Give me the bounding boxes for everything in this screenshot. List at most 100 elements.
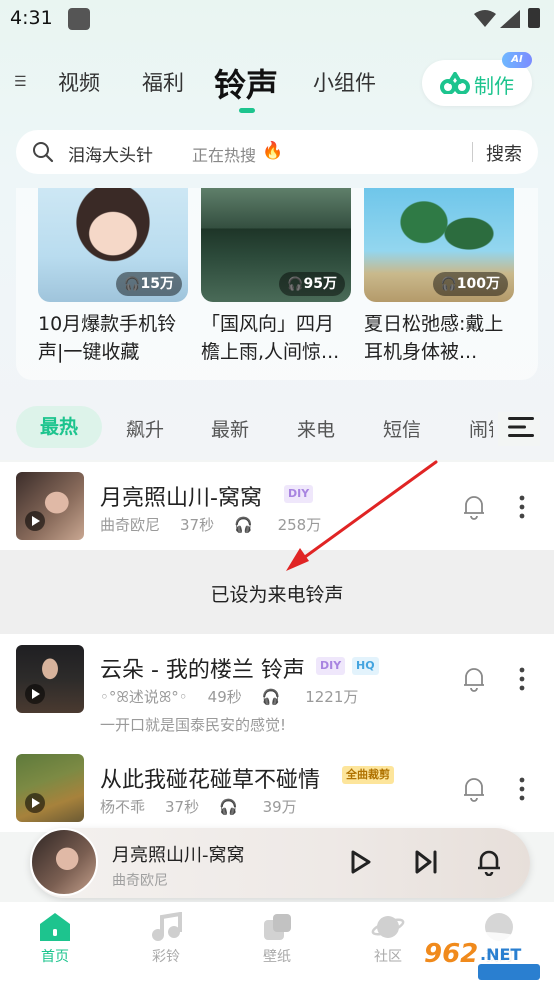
toast-text: 已设为来电铃声 <box>210 584 344 606</box>
card-title: 10月爆款手机铃声|一键收藏 <box>38 313 177 363</box>
tab-video[interactable]: 视频 <box>58 67 100 97</box>
song-title: 月亮照山川-窝窝 <box>100 486 262 511</box>
set-ringtone-bell-icon[interactable] <box>462 776 486 802</box>
song-duration: 37秒 <box>180 516 215 534</box>
song-cover-image <box>16 472 84 540</box>
notification-app-icon <box>68 8 90 30</box>
play-icon[interactable] <box>350 850 372 874</box>
search-bar[interactable]: 泪海大头针 正在热搜 🔥 搜索 <box>16 130 538 174</box>
active-tab-indicator <box>239 108 255 113</box>
music-note-icon <box>152 912 182 941</box>
mini-player[interactable]: 月亮照山川-窝窝 曲奇欧尼 <box>30 828 530 898</box>
hamburger-icon <box>508 417 534 437</box>
search-button[interactable]: 搜索 <box>486 140 522 166</box>
nav-label: 首页 <box>41 949 69 965</box>
headphone-icon: 🎧 <box>234 516 258 534</box>
search-icon <box>33 142 54 163</box>
make-label: 制作 <box>474 74 514 98</box>
song-artist: 杨不乖 <box>100 798 146 816</box>
featured-cards: 🎧15万 10月爆款手机铃声|一键收藏 🎧95万 「国风向」四月檐上雨,人间惊.… <box>16 188 538 380</box>
tab-widget[interactable]: 小组件 <box>313 67 376 97</box>
more-options-icon[interactable] <box>512 667 532 691</box>
card-cover-image: 🎧15万 <box>38 188 188 302</box>
headphone-icon: 🎧 <box>219 798 243 816</box>
play-icon[interactable] <box>25 511 45 531</box>
player-title: 月亮照山川-窝窝 <box>112 845 245 866</box>
song-row[interactable]: 从此我碰花碰草不碰情 全曲裁剪 杨不乖 37秒 🎧 39万 <box>0 746 554 836</box>
filter-tab-hot[interactable]: 最热 <box>16 406 102 448</box>
nav-color-ring[interactable]: 彩铃 <box>131 912 201 966</box>
card-cover-image: 🎧100万 <box>364 188 514 302</box>
set-ringtone-bell-icon[interactable] <box>476 848 502 876</box>
filter-tab-call[interactable]: 来电 <box>297 415 335 442</box>
filter-tab-alarm[interactable]: 闹钟 <box>469 415 493 442</box>
watermark-logo: 962 .NET <box>414 932 550 980</box>
card-title: 「国风向」四月檐上雨,人间惊... <box>201 313 340 363</box>
status-time: 4:31 <box>10 7 53 29</box>
signal-icon <box>500 10 520 28</box>
song-meta: 杨不乖 37秒 🎧 39万 <box>100 796 317 817</box>
filter-tab-bar: 最热 飙升 最新 来电 短信 闹钟 <box>0 404 554 450</box>
svg-text:.NET: .NET <box>480 945 521 964</box>
song-artist: 曲奇欧尼 <box>100 516 161 534</box>
song-description: 一开口就是国泰民安的感觉! <box>100 716 287 734</box>
song-row[interactable]: 云朵 - 我的楼兰 铃声 DIY HQ ◦°ꕤ述说ꕤ°◦ 49秒 🎧 1221万 一… <box>0 636 554 734</box>
song-plays: 1221万 <box>305 688 359 706</box>
player-cover-image[interactable] <box>30 828 98 896</box>
song-title: 从此我碰花碰草不碰情 <box>100 768 321 793</box>
scissors-icon <box>440 72 470 94</box>
nav-wallpaper[interactable]: 壁纸 <box>242 912 312 966</box>
song-meta: ◦°ꕤ述说ꕤ°◦ 49秒 🎧 1221万 <box>100 686 378 707</box>
top-tab-bar: ☰ 视频 福利 铃声 小组件 制作 <box>0 52 554 116</box>
song-duration: 49秒 <box>207 688 242 706</box>
planet-icon <box>371 916 405 938</box>
player-artist: 曲奇欧尼 <box>112 873 168 889</box>
fire-icon: 🔥 <box>262 141 284 161</box>
nav-label: 彩铃 <box>152 949 180 965</box>
wallpaper-icon <box>264 914 291 940</box>
song-plays: 39万 <box>262 798 297 816</box>
nav-label: 壁纸 <box>263 949 291 965</box>
featured-card[interactable]: 🎧15万 10月爆款手机铃声|一键收藏 <box>38 188 188 366</box>
card-cover-image: 🎧95万 <box>201 188 351 302</box>
next-track-icon[interactable] <box>414 850 438 874</box>
song-cover-image <box>16 754 84 822</box>
ai-badge: AI <box>502 52 532 68</box>
headphone-icon: 🎧 <box>124 277 141 292</box>
play-icon[interactable] <box>25 793 45 813</box>
nav-home[interactable]: 首页 <box>20 912 90 966</box>
song-meta: 曲奇欧尼 37秒 🎧 258万 <box>100 514 341 535</box>
more-options-icon[interactable] <box>512 495 532 519</box>
song-artist: ◦°ꕤ述说ꕤ°◦ <box>100 688 188 706</box>
more-options-icon[interactable] <box>512 777 532 801</box>
toast-message: 已设为来电铃声 <box>0 550 554 634</box>
headphone-icon: 🎧 <box>261 688 286 706</box>
tag-diy: DIY <box>284 485 314 503</box>
song-title: 云朵 - 我的楼兰 铃声 <box>100 658 305 683</box>
filter-tab-newest[interactable]: 最新 <box>211 415 249 442</box>
filter-tab-sms[interactable]: 短信 <box>383 415 421 442</box>
search-divider <box>472 142 473 162</box>
play-count: 🎧95万 <box>279 272 345 296</box>
play-count: 🎧15万 <box>116 272 182 296</box>
svg-text:962: 962 <box>424 939 478 969</box>
home-icon <box>40 913 70 941</box>
featured-card[interactable]: 🎧100万 夏日松弛感:戴上耳机身体被... <box>364 188 514 366</box>
song-cover-image <box>16 645 84 713</box>
filter-menu-button[interactable] <box>498 412 540 446</box>
tag-diy: DIY <box>316 657 346 675</box>
set-ringtone-bell-icon[interactable] <box>462 494 486 520</box>
tab-overflow-icon[interactable]: ☰ <box>14 74 27 90</box>
tag-hq: HQ <box>352 657 379 675</box>
song-row[interactable]: 月亮照山川-窝窝 DIY 曲奇欧尼 37秒 🎧 258万 <box>0 462 554 552</box>
song-duration: 37秒 <box>165 798 200 816</box>
card-title: 夏日松弛感:戴上耳机身体被... <box>364 313 504 363</box>
set-ringtone-bell-icon[interactable] <box>462 666 486 692</box>
play-icon[interactable] <box>25 684 45 704</box>
battery-icon <box>528 8 540 28</box>
tab-welfare[interactable]: 福利 <box>142 67 184 97</box>
filter-tab-rising[interactable]: 飙升 <box>126 415 164 442</box>
featured-card[interactable]: 🎧95万 「国风向」四月檐上雨,人间惊... <box>201 188 351 366</box>
play-count: 🎧100万 <box>432 272 508 296</box>
tab-ringtone[interactable]: 铃声 <box>214 60 278 106</box>
